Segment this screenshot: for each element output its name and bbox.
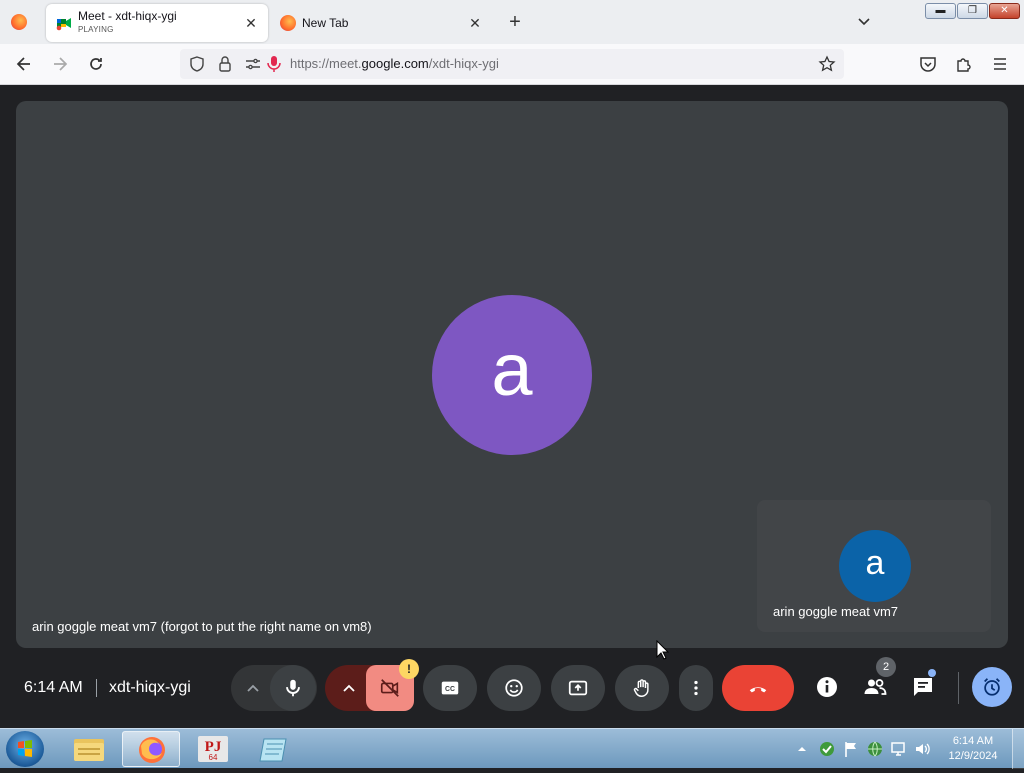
- new-tab-plus-icon[interactable]: +: [505, 12, 525, 32]
- microphone-in-use-icon[interactable]: [266, 55, 282, 73]
- microphone-icon: [286, 679, 300, 697]
- main-participant-tile[interactable]: a arin goggle meat vm7 (forgot to put th…: [16, 101, 1008, 648]
- notepad-icon: [259, 738, 287, 762]
- url-prefix: https://meet.: [290, 56, 362, 71]
- tab-meet[interactable]: Meet - xdt-hiqx-ygi PLAYING ✕: [46, 4, 268, 42]
- tab-close-icon[interactable]: ✕: [242, 14, 260, 32]
- folder-icon: [74, 739, 104, 761]
- browser-tab-bar: Meet - xdt-hiqx-ygi PLAYING ✕ New Tab ✕ …: [0, 0, 1024, 44]
- google-meet-favicon-icon: [56, 18, 71, 31]
- present-screen-icon: [568, 680, 588, 696]
- tab-title-group: Meet - xdt-hiqx-ygi PLAYING: [78, 10, 177, 36]
- participant-count-badge: 2: [876, 657, 896, 677]
- meet-stage: a arin goggle meat vm7 (forgot to put th…: [0, 85, 1024, 728]
- reload-icon[interactable]: [86, 54, 106, 74]
- hang-up-phone-icon: [749, 687, 767, 693]
- permissions-icon[interactable]: [244, 55, 262, 73]
- system-date: 12/9/2024: [948, 750, 998, 762]
- tab-title: Meet - xdt-hiqx-ygi: [78, 9, 177, 23]
- show-hidden-icons-icon[interactable]: [796, 743, 808, 755]
- back-arrow-icon[interactable]: [14, 54, 34, 74]
- divider: [958, 672, 959, 704]
- closed-captions-icon: CC: [441, 681, 459, 695]
- raise-hand-button[interactable]: [615, 665, 669, 711]
- action-center-flag-icon[interactable]: [842, 740, 860, 758]
- captions-button[interactable]: CC: [423, 665, 477, 711]
- windows-logo-icon: [18, 740, 32, 757]
- chat-notification-dot: [928, 669, 936, 677]
- browser-nav-bar: https://meet.google.com/xdt-hiqx-ygi: [0, 44, 1024, 85]
- video-options-chevron-icon[interactable]: [341, 681, 357, 695]
- tab-close-icon[interactable]: ✕: [466, 14, 484, 32]
- url-path: /xdt-hiqx-ygi: [428, 56, 499, 71]
- security-center-icon[interactable]: [818, 740, 836, 758]
- lock-icon[interactable]: [216, 55, 234, 73]
- system-time: 6:14 AM: [952, 735, 994, 747]
- participant-avatar: a: [432, 295, 592, 455]
- people-icon[interactable]: [862, 674, 888, 700]
- tab-playing-status: PLAYING: [78, 25, 114, 34]
- emoji-smile-icon: [505, 679, 523, 697]
- audio-options-chevron-icon[interactable]: [245, 681, 261, 695]
- chat-icon[interactable]: [910, 674, 936, 700]
- volume-speaker-icon[interactable]: [914, 740, 932, 758]
- firefox-favicon-icon: [280, 15, 296, 31]
- list-all-tabs-chevron-icon[interactable]: [855, 13, 873, 31]
- camera-off-icon: [380, 679, 399, 697]
- svg-text:CC: CC: [445, 686, 455, 693]
- more-vertical-icon: [694, 680, 698, 696]
- taskbar-windows-explorer[interactable]: [60, 731, 118, 767]
- taskbar-firefox[interactable]: [122, 731, 180, 767]
- taskbar-pj64[interactable]: PJ 64: [184, 731, 242, 767]
- microphone-button[interactable]: [270, 665, 316, 711]
- meeting-code: xdt-hiqx-ygi: [109, 679, 191, 696]
- alarm-clock-icon: [984, 678, 1000, 696]
- restore-window-button[interactable]: ❐: [957, 3, 988, 19]
- url-domain: google.com: [361, 56, 429, 71]
- more-options-button[interactable]: [679, 665, 713, 711]
- reactions-button[interactable]: [487, 665, 541, 711]
- system-clock[interactable]: 6:14 AM 12/9/2024: [944, 734, 1002, 764]
- raise-hand-icon: [633, 679, 649, 697]
- mouse-cursor-icon: [656, 640, 670, 660]
- close-window-button[interactable]: ✕: [989, 3, 1020, 19]
- windows-taskbar: PJ 64 6:14 AM 12/9/2024: [0, 728, 1024, 769]
- firefox-icon: [139, 737, 165, 763]
- tab-title: New Tab: [302, 15, 349, 30]
- meeting-details-info-icon[interactable]: [814, 674, 840, 700]
- url-text: https://meet.google.com/xdt-hiqx-ygi: [290, 56, 499, 71]
- firefox-menu-icon[interactable]: [11, 14, 27, 30]
- hamburger-menu-icon[interactable]: [990, 54, 1010, 74]
- taskbar-notepad[interactable]: [246, 731, 304, 767]
- forward-arrow-icon[interactable]: [50, 54, 70, 74]
- self-view-tile[interactable]: a arin goggle meat vm7: [757, 500, 991, 632]
- show-desktop-button[interactable]: [1012, 729, 1024, 769]
- present-screen-button[interactable]: [551, 665, 605, 711]
- project64-icon: PJ 64: [198, 736, 228, 762]
- divider: [96, 679, 97, 697]
- bookmark-star-icon[interactable]: [818, 55, 836, 73]
- start-button[interactable]: [6, 731, 44, 767]
- participant-name: arin goggle meat vm7 (forgot to put the …: [32, 619, 372, 634]
- self-avatar: a: [839, 530, 911, 602]
- network-globe-icon[interactable]: [866, 740, 884, 758]
- meeting-time: 6:14 AM: [24, 679, 83, 696]
- network-monitor-icon[interactable]: [890, 740, 908, 758]
- activities-timer-button[interactable]: [972, 667, 1012, 707]
- self-name: arin goggle meat vm7: [773, 604, 899, 619]
- pocket-icon[interactable]: [918, 54, 938, 74]
- shield-icon[interactable]: [188, 55, 206, 73]
- tab-new-tab[interactable]: New Tab ✕: [270, 4, 492, 42]
- minimize-window-button[interactable]: ▬: [925, 3, 956, 19]
- camera-warning-badge: !: [399, 659, 419, 679]
- pj64-sublabel: 64: [209, 753, 218, 762]
- leave-call-button[interactable]: [722, 665, 794, 711]
- extensions-puzzle-icon[interactable]: [954, 54, 974, 74]
- address-bar[interactable]: https://meet.google.com/xdt-hiqx-ygi: [180, 49, 844, 79]
